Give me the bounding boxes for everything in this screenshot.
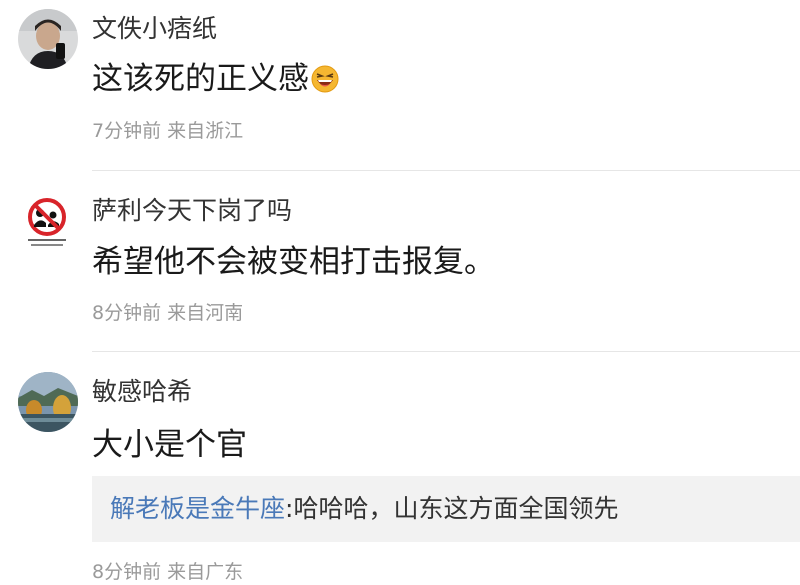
comment-text: 大小是个官 [92,427,247,463]
comment-item: 文佚小痞纸 这该死的正义感 7分钟前 来自浙江 [0,0,800,170]
avatar[interactable] [18,9,78,69]
reply-text: 解老板是金牛座:哈哈哈，山东这方面全国领先 [110,493,618,525]
comment-username[interactable]: 敏感哈希 [92,377,192,407]
laughing-emoji-icon [311,64,339,102]
reply-content: 哈哈哈，山东这方面全国领先 [293,494,619,523]
comment-text: 这该死的正义感 [92,60,339,102]
reply-box[interactable]: 解老板是金牛座:哈哈哈，山东这方面全国领先 [92,476,800,542]
comment-username[interactable]: 萨利今天下岗了吗 [92,196,292,226]
comment-text: 希望他不会被变相打击报复。 [92,244,495,280]
comment-time: 8分钟前 [92,302,162,324]
comment-item: 敏感哈希 大小是个官 解老板是金牛座:哈哈哈，山东这方面全国领先 8分钟前 来自… [0,352,800,585]
avatar[interactable] [18,191,78,251]
comment-item: 萨利今天下岗了吗 希望他不会被变相打击报复。 8分钟前 来自河南 [0,171,800,351]
comment-meta: 7分钟前 来自浙江 [92,119,243,143]
comment-time: 8分钟前 [92,561,162,583]
reply-username[interactable]: 解老板是金牛座 [110,494,285,523]
comment-meta: 8分钟前 来自广东 [92,560,243,584]
comment-location: 来自浙江 [167,120,244,142]
comment-location: 来自河南 [167,302,244,324]
avatar[interactable] [18,372,78,432]
comment-meta: 8分钟前 来自河南 [92,301,243,325]
comment-text-body: 这该死的正义感 [92,61,309,97]
comment-username[interactable]: 文佚小痞纸 [92,14,217,44]
comment-location: 来自广东 [167,561,244,583]
comment-time: 7分钟前 [92,120,162,142]
